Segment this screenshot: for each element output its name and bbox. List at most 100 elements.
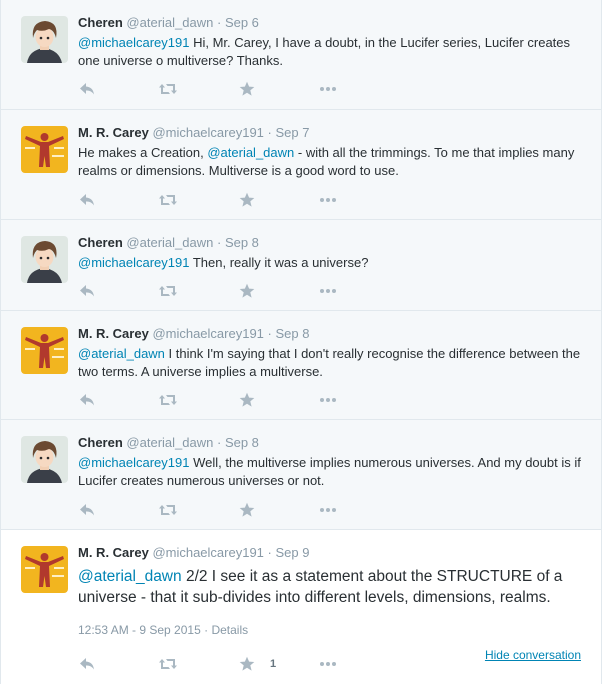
reply-button[interactable] bbox=[78, 79, 96, 99]
avatar-image bbox=[21, 236, 68, 283]
reply-icon bbox=[78, 392, 96, 408]
tweet-actions bbox=[78, 190, 358, 210]
timestamp[interactable]: Sep 8 bbox=[276, 326, 310, 341]
tweet-actions bbox=[78, 281, 358, 301]
full-timestamp: 12:53 AM - 9 Sep 2015 bbox=[78, 623, 201, 637]
tweet[interactable]: Cheren @aterial_dawn · Sep 8 @michaelcar… bbox=[1, 220, 601, 311]
tweet-header: Cheren @aterial_dawn · Sep 8 bbox=[78, 434, 259, 452]
conversation-thread: Cheren @aterial_dawn · Sep 6 @michaelcar… bbox=[0, 0, 602, 684]
reply-icon bbox=[78, 656, 96, 672]
retweet-icon bbox=[158, 192, 178, 208]
more-icon bbox=[318, 392, 338, 408]
tweet[interactable]: Cheren @aterial_dawn · Sep 6 @michaelcar… bbox=[1, 0, 601, 110]
separator: · bbox=[267, 545, 272, 560]
retweet-button[interactable] bbox=[158, 654, 178, 674]
more-button[interactable] bbox=[318, 654, 338, 674]
reply-button[interactable] bbox=[78, 654, 96, 674]
tweet-header: M. R. Carey @michaelcarey191 · Sep 8 bbox=[78, 325, 310, 343]
tweet[interactable]: Cheren @aterial_dawn · Sep 8 @michaelcar… bbox=[1, 420, 601, 530]
more-icon bbox=[318, 283, 338, 299]
avatar[interactable] bbox=[21, 16, 68, 63]
tweet-header: Cheren @aterial_dawn · Sep 6 bbox=[78, 14, 259, 32]
retweet-icon bbox=[158, 392, 178, 408]
tweet[interactable]: M. R. Carey @michaelcarey191 · Sep 7 He … bbox=[1, 110, 601, 220]
reply-button[interactable] bbox=[78, 190, 96, 210]
mention-link[interactable]: @michaelcarey191 bbox=[78, 255, 189, 270]
retweet-button[interactable] bbox=[158, 390, 178, 410]
timestamp[interactable]: Sep 8 bbox=[225, 235, 259, 250]
tweet-meta: 12:53 AM - 9 Sep 2015 · Details bbox=[78, 623, 248, 637]
reply-button[interactable] bbox=[78, 500, 96, 520]
retweet-icon bbox=[158, 502, 178, 518]
username[interactable]: @michaelcarey191 bbox=[152, 326, 263, 341]
username[interactable]: @michaelcarey191 bbox=[152, 545, 263, 560]
favorite-icon bbox=[239, 656, 255, 672]
tweet-actions bbox=[78, 79, 358, 99]
retweet-button[interactable] bbox=[158, 79, 178, 99]
avatar-image bbox=[21, 436, 68, 483]
reply-icon bbox=[78, 283, 96, 299]
more-button[interactable] bbox=[318, 79, 338, 99]
avatar[interactable] bbox=[21, 327, 68, 374]
favorite-button[interactable] bbox=[239, 281, 255, 301]
details-link[interactable]: Details bbox=[211, 623, 248, 637]
mention-link[interactable]: @michaelcarey191 bbox=[78, 455, 189, 470]
more-button[interactable] bbox=[318, 390, 338, 410]
avatar[interactable] bbox=[21, 546, 68, 593]
retweet-button[interactable] bbox=[158, 500, 178, 520]
separator: · bbox=[267, 125, 272, 140]
tweet-actions bbox=[78, 500, 358, 520]
tweet-text: @aterial_dawn 2/2 I see it as a statemen… bbox=[78, 566, 583, 608]
timestamp[interactable]: Sep 8 bbox=[225, 435, 259, 450]
username[interactable]: @michaelcarey191 bbox=[152, 125, 263, 140]
separator: · bbox=[204, 623, 209, 637]
timestamp[interactable]: Sep 6 bbox=[225, 15, 259, 30]
tweet-header: M. R. Carey @michaelcarey191 · Sep 9 bbox=[78, 544, 310, 562]
more-button[interactable] bbox=[318, 190, 338, 210]
fullname[interactable]: M. R. Carey bbox=[78, 125, 149, 140]
tweet-text-segment: Then, really it was a universe? bbox=[189, 255, 369, 270]
more-button[interactable] bbox=[318, 500, 338, 520]
favorite-button[interactable]: 1 bbox=[239, 654, 276, 674]
fullname[interactable]: Cheren bbox=[78, 15, 123, 30]
separator: · bbox=[267, 326, 272, 341]
favorite-icon bbox=[239, 283, 255, 299]
avatar[interactable] bbox=[21, 126, 68, 173]
reply-button[interactable] bbox=[78, 390, 96, 410]
reply-button[interactable] bbox=[78, 281, 96, 301]
tweet-focused[interactable]: M. R. Carey @michaelcarey191 · Sep 9 @at… bbox=[1, 530, 601, 684]
avatar[interactable] bbox=[21, 236, 68, 283]
fullname[interactable]: M. R. Carey bbox=[78, 545, 149, 560]
fullname[interactable]: Cheren bbox=[78, 435, 123, 450]
username[interactable]: @aterial_dawn bbox=[126, 15, 213, 30]
username[interactable]: @aterial_dawn bbox=[126, 435, 213, 450]
reply-icon bbox=[78, 81, 96, 97]
favorite-button[interactable] bbox=[239, 500, 255, 520]
mention-link[interactable]: @aterial_dawn bbox=[78, 568, 182, 585]
mention-link[interactable]: @michaelcarey191 bbox=[78, 35, 189, 50]
avatar-image bbox=[21, 546, 68, 593]
avatar[interactable] bbox=[21, 436, 68, 483]
favorite-icon bbox=[239, 192, 255, 208]
hide-conversation-link[interactable]: Hide conversation bbox=[485, 648, 581, 662]
retweet-button[interactable] bbox=[158, 281, 178, 301]
tweet-text: @aterial_dawn I think I'm saying that I … bbox=[78, 345, 583, 381]
timestamp[interactable]: Sep 9 bbox=[276, 545, 310, 560]
tweet-actions: 1 bbox=[78, 654, 358, 674]
favorite-icon bbox=[239, 502, 255, 518]
username[interactable]: @aterial_dawn bbox=[126, 235, 213, 250]
mention-link[interactable]: @aterial_dawn bbox=[207, 145, 294, 160]
tweet-text: @michaelcarey191 Hi, Mr. Carey, I have a… bbox=[78, 34, 583, 70]
favorite-button[interactable] bbox=[239, 79, 255, 99]
fullname[interactable]: M. R. Carey bbox=[78, 326, 149, 341]
favorite-button[interactable] bbox=[239, 190, 255, 210]
more-icon bbox=[318, 656, 338, 672]
mention-link[interactable]: @aterial_dawn bbox=[78, 346, 165, 361]
retweet-button[interactable] bbox=[158, 190, 178, 210]
timestamp[interactable]: Sep 7 bbox=[276, 125, 310, 140]
fullname[interactable]: Cheren bbox=[78, 235, 123, 250]
tweet[interactable]: M. R. Carey @michaelcarey191 · Sep 8 @at… bbox=[1, 311, 601, 420]
more-button[interactable] bbox=[318, 281, 338, 301]
favorite-button[interactable] bbox=[239, 390, 255, 410]
tweet-header: M. R. Carey @michaelcarey191 · Sep 7 bbox=[78, 124, 310, 142]
